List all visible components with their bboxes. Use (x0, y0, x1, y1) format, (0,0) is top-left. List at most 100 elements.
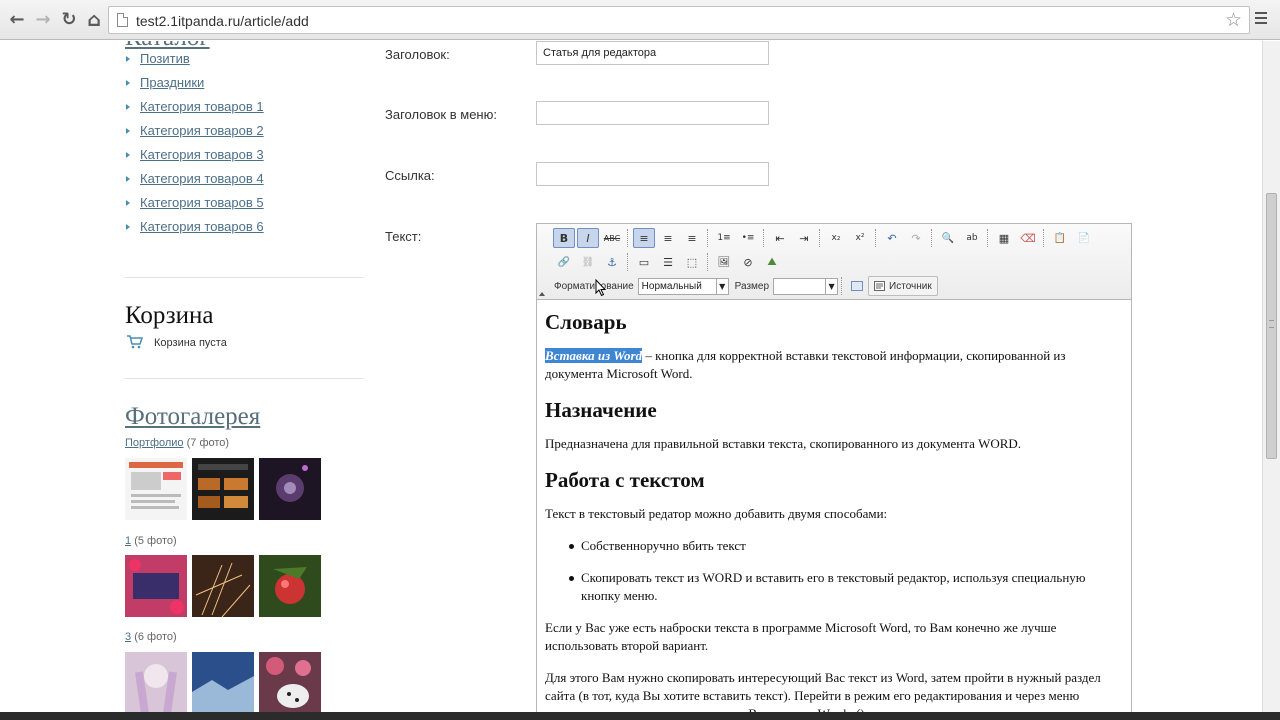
scrollbar-thumb[interactable] (1266, 193, 1277, 459)
category-item: Категория товаров 2 (125, 123, 264, 147)
editor-toolbar: B I ABC ≡ ≡ ≡ 1≡ •≡ ⇤ ⇥ x₂ x² ↶ ↷ 🔍 ab ▦… (537, 224, 1131, 300)
source-label: Источник (889, 280, 932, 292)
sidebar-divider (125, 378, 363, 379)
address-bar[interactable]: test2.1itpanda.ru/article/add ☆ (108, 6, 1250, 34)
content-heading: Работа с текстом (545, 468, 705, 492)
reload-icon[interactable]: ↻ (58, 9, 80, 31)
numbered-list-button[interactable]: 1≡ (713, 228, 735, 248)
category-link[interactable]: Категория товаров 4 (140, 171, 264, 186)
category-item: Категория товаров 3 (125, 147, 264, 171)
source-icon (874, 281, 886, 291)
rich-text-editor: B I ABC ≡ ≡ ≡ 1≡ •≡ ⇤ ⇥ x₂ x² ↶ ↷ 🔍 ab ▦… (536, 223, 1132, 712)
list-item: Собственноручно вбить текст (569, 537, 1109, 555)
cart-heading: Корзина (125, 302, 214, 329)
content-paragraph: Для этого Вам нужно скопировать интересу… (545, 670, 1101, 712)
menu-title-input[interactable] (536, 101, 769, 125)
superscript-button[interactable]: x² (849, 228, 871, 248)
bold-button[interactable]: B (553, 228, 575, 248)
paste-text-button[interactable]: 📄 (1073, 228, 1095, 248)
link-button[interactable]: 🔗 (553, 252, 575, 272)
bookmark-star-icon[interactable]: ☆ (1225, 9, 1242, 31)
toolbar-separator (763, 229, 765, 247)
collapse-toolbar-icon[interactable] (539, 292, 545, 296)
content-heading: Словарь (545, 310, 627, 334)
album-thumbnails (125, 652, 321, 712)
chevron-down-icon: ▼ (825, 278, 837, 294)
redo-button[interactable]: ↷ (905, 228, 927, 248)
category-link[interactable]: Позитив (140, 51, 190, 66)
photo-thumbnail[interactable] (192, 555, 254, 617)
content-paragraph: Текст в текстовый редатор можно добавить… (545, 506, 888, 521)
category-link[interactable]: Категория товаров 1 (140, 99, 264, 114)
iframe-button[interactable]: ▭ (633, 252, 655, 272)
undo-button[interactable]: ↶ (881, 228, 903, 248)
toolbar-row-1: B I ABC ≡ ≡ ≡ 1≡ •≡ ⇤ ⇥ x₂ x² ↶ ↷ 🔍 ab ▦… (552, 228, 1096, 248)
italic-button[interactable]: I (577, 228, 599, 248)
horizontal-rule-button[interactable]: ☰ (657, 252, 679, 272)
photo-thumbnail[interactable] (192, 652, 254, 712)
strikethrough-button[interactable]: ABC (601, 228, 623, 248)
browser-menu-icon[interactable] (1255, 12, 1267, 24)
toolbar-separator (841, 277, 843, 295)
photo-thumbnail[interactable] (259, 458, 321, 520)
paste-from-word-button[interactable]: 📋 (1049, 228, 1071, 248)
format-select[interactable]: Нормальный ▼ (637, 277, 729, 295)
indent-button[interactable]: ⇥ (793, 228, 815, 248)
mouse-cursor-icon (595, 279, 607, 297)
toolbar-separator (627, 253, 629, 271)
align-right-button[interactable]: ≡ (681, 228, 703, 248)
url-text[interactable]: test2.1itpanda.ru/article/add (136, 13, 309, 29)
album-caption: 3 (6 фото) (125, 631, 177, 643)
size-select[interactable]: ▼ (773, 277, 839, 295)
remove-format-button[interactable]: ⌫ (1017, 228, 1039, 248)
maximize-icon[interactable] (847, 276, 867, 296)
album-link[interactable]: Портфолио (125, 437, 184, 449)
source-button[interactable]: Источник (868, 276, 938, 296)
category-link[interactable]: Категория товаров 5 (140, 195, 264, 210)
align-left-button[interactable]: ≡ (633, 228, 655, 248)
photo-thumbnail[interactable] (125, 652, 187, 712)
category-link[interactable]: Категория товаров 2 (140, 123, 264, 138)
text-label: Текст: (385, 229, 422, 244)
album-caption: Портфолио (7 фото) (125, 437, 229, 449)
title-input[interactable] (536, 41, 769, 65)
album-link[interactable]: 3 (125, 631, 131, 643)
find-icon[interactable]: 🔍 (937, 228, 959, 248)
browser-toolbar: ← → ↻ ⌂ test2.1itpanda.ru/article/add ☆ (0, 0, 1280, 40)
toolbar-separator (987, 229, 989, 247)
flash-button[interactable]: ⬚ (681, 252, 703, 272)
toolbar-row-3: Форматирование Нормальный ▼ Размер ▼ Ист… (552, 276, 938, 296)
back-icon[interactable]: ← (6, 9, 28, 31)
gallery-heading[interactable]: Фотогалерея (125, 403, 260, 431)
link-input[interactable] (536, 162, 769, 186)
category-list: Позитив Праздники Категория товаров 1 Ка… (125, 51, 264, 243)
subscript-button[interactable]: x₂ (825, 228, 847, 248)
category-link[interactable]: Категория товаров 3 (140, 147, 264, 162)
category-link[interactable]: Категория товаров 6 (140, 219, 264, 234)
photo-thumbnail[interactable] (125, 458, 187, 520)
category-item: Категория товаров 5 (125, 195, 264, 219)
home-icon[interactable]: ⌂ (83, 9, 105, 31)
page-scrollbar[interactable] (1262, 41, 1280, 712)
unlink-button[interactable]: ⛓ (577, 252, 599, 272)
select-all-button[interactable]: ▦ (993, 228, 1015, 248)
anchor-button[interactable]: ⚓ (601, 252, 623, 272)
category-item: Категория товаров 4 (125, 171, 264, 195)
photo-thumbnail[interactable] (259, 652, 321, 712)
image-button[interactable]: 🖼 (713, 252, 735, 272)
bullet-list-button[interactable]: •≡ (737, 228, 759, 248)
category-link[interactable]: Праздники (140, 75, 204, 90)
content-paragraph: Если у Вас уже есть наброски текста в пр… (545, 620, 1057, 653)
photo-thumbnail[interactable] (259, 555, 321, 617)
align-center-button[interactable]: ≡ (657, 228, 679, 248)
replace-button[interactable]: ab (961, 228, 983, 248)
photo-thumbnail[interactable] (125, 555, 187, 617)
album-link[interactable]: 1 (125, 535, 131, 547)
smiley-button[interactable]: ⛰ (761, 252, 783, 272)
photo-thumbnail[interactable] (192, 458, 254, 520)
special-char-button[interactable]: ⊘ (737, 252, 759, 272)
outdent-button[interactable]: ⇤ (769, 228, 791, 248)
page-viewport: Каталог Позитив Праздники Категория това… (0, 41, 1262, 712)
album-count: (5 фото) (134, 535, 177, 547)
forward-icon[interactable]: → (32, 9, 54, 31)
